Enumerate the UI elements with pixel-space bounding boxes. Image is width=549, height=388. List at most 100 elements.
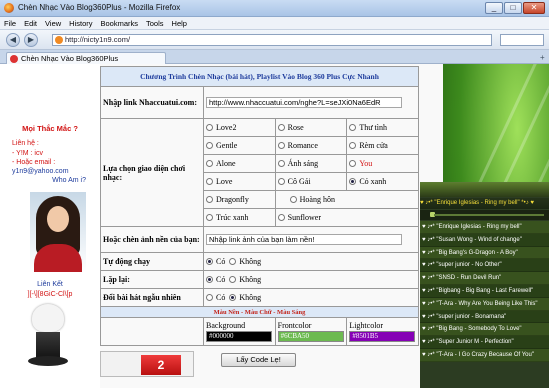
- radio-icon: [349, 160, 357, 167]
- new-tab-button[interactable]: +: [540, 53, 545, 62]
- repeat-yes[interactable]: Có: [206, 275, 225, 284]
- address-bar[interactable]: http://nicty1n9.com/: [52, 34, 492, 46]
- background-label: Background: [206, 321, 246, 330]
- radio-icon: [229, 258, 237, 265]
- frontcolor-label: Frontcolor: [277, 321, 312, 330]
- background-color-input[interactable]: #000000: [206, 331, 272, 342]
- lightcolor-cell: Lightcolor #8501B5: [346, 317, 419, 346]
- nct-link-input[interactable]: http://www.nhaccuatui.com/nghe?L=seJXi0N…: [206, 97, 402, 108]
- progress-bar[interactable]: [434, 214, 544, 216]
- radio-icon: [349, 142, 357, 149]
- music-player: ♥ ♪•* "Enrique Iglesias - Ring my bell" …: [420, 182, 549, 388]
- option-you[interactable]: You: [346, 154, 419, 173]
- colors-header: Màu Nền - Màu Chữ - Màu Sáng: [100, 306, 419, 318]
- playlist-item[interactable]: ♥ ♪•* "Big Bang's G-Dragon - A Boy": [420, 246, 549, 260]
- radio-icon: [289, 196, 297, 203]
- email-link[interactable]: y1n9@yahoo.com: [0, 168, 100, 175]
- menu-bookmarks[interactable]: Bookmarks: [97, 17, 143, 28]
- autoplay-no[interactable]: Không: [229, 257, 261, 266]
- page-content: Mọi Thắc Mắc ? Liên hệ : - Y!M : icv - H…: [0, 64, 549, 388]
- option-love2[interactable]: Love2: [203, 118, 276, 137]
- shuffle-no[interactable]: Không: [229, 293, 261, 302]
- music-form-table: Chương Trình Chèn Nhạc (bài hát), Playli…: [100, 66, 420, 346]
- radio-icon: [206, 214, 213, 221]
- playlist-item[interactable]: ♥ ♪•* "T-Ara - I Go Crazy Because Of You…: [420, 348, 549, 362]
- back-button[interactable]: ◀: [6, 33, 20, 47]
- tab-active[interactable]: Chèn Nhạc Vào Blog360Plus: [6, 52, 166, 64]
- menu-file[interactable]: File: [0, 17, 20, 28]
- option-alone[interactable]: Alone: [203, 154, 276, 173]
- radio-icon: [206, 196, 213, 203]
- playlist-item[interactable]: ♥ ♪•* "T-Ara - Why Are You Being Like Th…: [420, 297, 549, 311]
- option-dragonfly[interactable]: Dragonfly: [203, 190, 276, 209]
- option-gentle[interactable]: Gentle: [203, 136, 276, 155]
- menu-view[interactable]: View: [41, 17, 65, 28]
- main-form: Chương Trình Chèn Nhạc (bài hát), Playli…: [100, 64, 420, 388]
- shuffle-label: Đổi bài hát ngẫu nhiên: [100, 288, 204, 307]
- playlist-item[interactable]: ♥ ♪•* "SNSD - Run Devil Run": [420, 272, 549, 285]
- background-color-cell: Background #000000: [203, 317, 276, 346]
- contact-label: Liên hệ :: [12, 140, 39, 147]
- option-anh-sang[interactable]: Ánh sáng: [274, 154, 348, 173]
- close-button[interactable]: ✕: [523, 2, 545, 14]
- option-romance[interactable]: Romance: [274, 136, 348, 155]
- option-co-gai[interactable]: Cô Gái: [274, 172, 348, 191]
- get-code-button[interactable]: Lấy Code Lẹ!: [221, 353, 296, 367]
- radio-icon: [277, 214, 285, 221]
- sidebar: Mọi Thắc Mắc ? Liên hệ : - Y!M : icv - H…: [0, 64, 100, 388]
- playlist-item[interactable]: ♥ ♪•* "Bigbang - Big Bang - Last Farewel…: [420, 284, 549, 298]
- playlist-item[interactable]: ♥ ♪•* "super junior - Bonamana": [420, 310, 549, 324]
- links-label: Liên Kết: [37, 281, 63, 288]
- option-hoang-hon[interactable]: Hoàng hôn: [274, 190, 420, 209]
- bg-image-input[interactable]: Nhập link ảnh của bạn làm nền!: [206, 234, 402, 245]
- playlist-item[interactable]: ♥ ♪•* "Enrique Iglesias - Ring my bell": [420, 221, 549, 234]
- club-link[interactable]: ][-\][8GiC-Cl\[p: [0, 291, 100, 298]
- player-header: [420, 183, 549, 197]
- counter-box: 2: [100, 351, 194, 377]
- menu-tools[interactable]: Tools: [142, 17, 168, 28]
- forward-button[interactable]: ▶: [24, 33, 38, 47]
- menu-edit[interactable]: Edit: [20, 17, 41, 28]
- autoplay-label: Tự động chạy: [100, 252, 204, 271]
- radio-selected-icon: [206, 276, 213, 283]
- maximize-button[interactable]: □: [504, 2, 522, 14]
- tab-favicon-icon: [10, 55, 18, 63]
- radio-icon: [349, 124, 357, 131]
- firefox-icon: [4, 3, 14, 13]
- who-am-i-link[interactable]: Who Am i?: [0, 177, 100, 184]
- option-sunflower[interactable]: Sunflower: [274, 208, 420, 227]
- playlist-item[interactable]: ♥ ♪•* "super junior - No Other": [420, 259, 549, 273]
- autoplay-yes[interactable]: Có: [206, 257, 225, 266]
- option-rem-cua[interactable]: Rèm cửa: [346, 136, 419, 155]
- frontcolor-cell: Frontcolor #6CBA50: [274, 317, 348, 346]
- tab-title: Chèn Nhạc Vào Blog360Plus: [21, 54, 119, 63]
- navigation-bar: ◀ ▶ http://nicty1n9.com/: [0, 30, 549, 50]
- form-header: Chương Trình Chèn Nhạc (bài hát), Playli…: [100, 66, 419, 87]
- option-co-xanh[interactable]: Cỏ xanh: [346, 172, 419, 191]
- profile-photo: [30, 192, 86, 272]
- radio-icon: [206, 178, 213, 185]
- shuffle-yes[interactable]: Có: [206, 293, 225, 302]
- radio-icon: [206, 294, 213, 301]
- menu-history[interactable]: History: [65, 17, 96, 28]
- option-truc-xanh[interactable]: Trúc xanh: [203, 208, 276, 227]
- radio-icon: [277, 178, 285, 185]
- playlist-item[interactable]: ♥ ♪•* "Big Bang - Somebody To Love": [420, 323, 549, 337]
- minimize-button[interactable]: _: [485, 2, 503, 14]
- radio-selected-icon: [229, 294, 237, 301]
- option-thu-tinh[interactable]: Thư tình: [346, 118, 419, 137]
- radio-icon: [277, 160, 285, 167]
- radio-selected-icon: [206, 258, 213, 265]
- menu-help[interactable]: Help: [168, 17, 191, 28]
- playlist-item[interactable]: ♥ ♪•* "Susan Wong - Wind of change": [420, 233, 549, 247]
- counter-badge: 2: [141, 355, 181, 375]
- repeat-no[interactable]: Không: [229, 275, 261, 284]
- magic-hat-dove-image: [28, 302, 68, 366]
- radio-icon: [277, 142, 285, 149]
- lightcolor-input[interactable]: #8501B5: [349, 331, 416, 342]
- frontcolor-input[interactable]: #6CBA50: [277, 331, 344, 342]
- option-love[interactable]: Love: [203, 172, 276, 191]
- search-input[interactable]: [500, 34, 544, 46]
- option-rose[interactable]: Rose: [274, 118, 348, 137]
- playlist-item[interactable]: ♥ ♪•* "Super Junior M - Perfection": [420, 336, 549, 349]
